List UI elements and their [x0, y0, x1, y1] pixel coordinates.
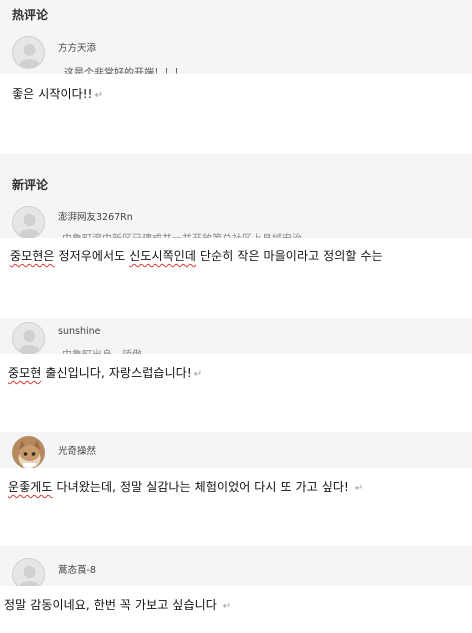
translation-line-5: 정말 감동이네요, 한번 꼭 가보고 싶습니다 ↵: [4, 596, 231, 613]
underlined-word: 신도시쪽인데: [129, 249, 197, 263]
translation-box-1: 좋은 시작이다!! ↵: [0, 74, 472, 154]
comment-text-peek: 这是个非常好的开端！！！: [64, 68, 184, 74]
avatar[interactable]: [12, 322, 45, 355]
hot-section-band-lower: [0, 150, 472, 242]
translation-line-1: 좋은 시작이다!! ↵: [12, 85, 103, 102]
translation-text: 단순히 작은 마을이라고 정의할 수는: [196, 249, 383, 263]
hot-comments-title: 热评论: [12, 8, 49, 22]
underlined-word: 운좋게도: [8, 480, 53, 494]
translation-box-2: 중모현은 정저우에서도 신도시쪽인데 단순히 작은 마을이라고 정의할 수는: [0, 238, 472, 318]
comment-username[interactable]: 澎湃网友3267Rn: [58, 209, 133, 223]
translation-box-3: 중모현 출신입니다, 자랑스럽습니다! ↵: [0, 354, 472, 432]
new-comments-title: 新评论: [12, 178, 49, 192]
translation-text: 출신입니다, 자랑스럽습니다!: [41, 366, 192, 380]
avatar[interactable]: [12, 206, 45, 239]
paragraph-mark-icon: ↵: [193, 369, 203, 380]
comment-username[interactable]: 光奇操然: [58, 443, 96, 457]
comment-username[interactable]: sunshine: [58, 326, 100, 337]
translation-text: 다녀왔는데, 정말 실감나는 체험이었어 다시 또 가고 싶다!: [52, 480, 353, 494]
comment-username[interactable]: 蒿态莨-8: [58, 562, 96, 576]
avatar[interactable]: [12, 36, 45, 69]
translation-text: 정저우에서도: [54, 249, 130, 263]
avatar-cat-photo[interactable]: [12, 436, 45, 469]
translation-box-5: 정말 감동이네요, 한번 꼭 가보고 싶습니다 ↵: [0, 586, 472, 633]
translation-box-4: 운좋게도 다녀왔는데, 정말 실감나는 체험이었어 다시 또 가고 싶다! ↵: [0, 468, 472, 546]
translation-line-2: 중모현은 정저우에서도 신도시쪽인데 단순히 작은 마을이라고 정의할 수는: [10, 247, 383, 264]
translation-text: 좋은 시작이다!!: [12, 87, 93, 101]
translation-text: 정말 감동이네요, 한번 꼭 가보고 싶습니다: [4, 598, 221, 612]
underlined-word: 중모현: [8, 366, 42, 380]
translation-line-3: 중모현 출신입니다, 자랑스럽습니다! ↵: [8, 364, 202, 381]
translation-line-4: 운좋게도 다녀왔는데, 정말 실감나는 체험이었어 다시 또 가고 싶다! ↵: [8, 478, 363, 495]
paragraph-mark-icon: ↵: [354, 483, 364, 494]
underlined-word: 중모현은: [10, 249, 55, 263]
paragraph-mark-icon: ↵: [94, 90, 104, 101]
comment-username[interactable]: 方方天添: [58, 40, 96, 54]
paragraph-mark-icon: ↵: [222, 601, 232, 612]
